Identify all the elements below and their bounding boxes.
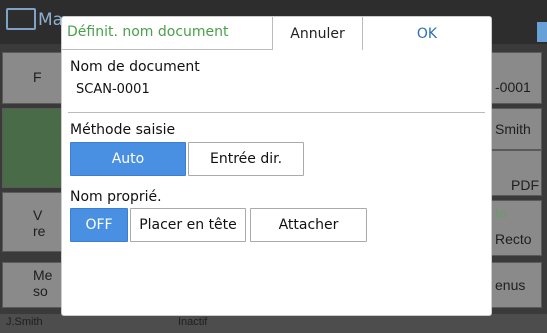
proper-attach-button[interactable]: Attacher xyxy=(250,208,367,242)
bg-tile-green xyxy=(2,108,64,188)
proper-off-button[interactable]: OFF xyxy=(70,208,128,242)
input-method-label: Méthode saisie xyxy=(70,122,176,138)
proper-name-label: Nom proprié. xyxy=(70,189,162,205)
mail-icon xyxy=(6,8,36,30)
dialog-header: Définit. nom document Annuler OK xyxy=(62,17,491,50)
bg-tile-label: PDF xyxy=(511,177,539,193)
cancel-button[interactable]: Annuler xyxy=(272,17,362,50)
bg-tile-menus: enus xyxy=(490,262,542,308)
bg-tile-label: to xyxy=(495,205,507,221)
status-bar: J.Smith Inactif xyxy=(0,314,547,333)
document-name-dialog: Définit. nom document Annuler OK Nom de … xyxy=(62,17,491,315)
status-label: Inactif xyxy=(178,316,208,328)
document-name-label: Nom de document xyxy=(70,59,200,75)
bg-tile-favorite: F xyxy=(2,52,64,104)
document-name-field[interactable]: SCAN-0001 xyxy=(68,78,485,102)
bg-tile-label: Me so xyxy=(33,267,53,299)
bg-tile-format: PDF xyxy=(490,150,542,196)
bg-tile-user: Smith xyxy=(490,108,542,150)
user-label: J.Smith xyxy=(6,316,43,328)
bg-tile-label: -0001 xyxy=(495,79,531,95)
bg-tile-name: -0001 xyxy=(490,52,542,104)
bg-tile-label: V re xyxy=(33,207,46,239)
bg-tile-label: F xyxy=(33,69,42,85)
method-auto-button[interactable]: Auto xyxy=(70,142,186,176)
bg-tile-tools: Me so xyxy=(2,262,64,308)
bg-tile-label: enus xyxy=(495,277,526,293)
divider xyxy=(68,112,485,113)
ok-button[interactable]: OK xyxy=(362,17,491,50)
app-short-title: Ma xyxy=(38,10,64,30)
proper-prefix-button[interactable]: Placer en tête xyxy=(130,208,246,242)
bg-tile-check: V re xyxy=(2,192,64,252)
edge-tab xyxy=(537,22,547,42)
bg-tile-label: Smith xyxy=(495,121,531,137)
method-direct-entry-button[interactable]: Entrée dir. xyxy=(188,142,304,176)
bg-tile-label: Recto xyxy=(495,231,532,247)
dialog-title: Définit. nom document xyxy=(67,24,229,40)
bg-tile-side: to Recto xyxy=(490,200,542,256)
